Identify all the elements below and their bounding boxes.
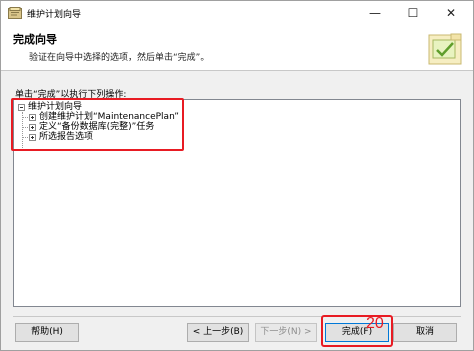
app-icon bbox=[8, 7, 22, 19]
button-separator bbox=[13, 316, 461, 317]
maximize-button[interactable]: ☐ bbox=[395, 1, 431, 26]
close-button[interactable]: ✕ bbox=[433, 1, 469, 26]
step-number-annotation: 20 bbox=[366, 315, 384, 332]
title-bar: 维护计划向导 — ☐ ✕ bbox=[1, 1, 473, 26]
help-button[interactable]: 帮助(H) bbox=[15, 323, 79, 342]
expand-icon[interactable] bbox=[29, 124, 36, 131]
back-button[interactable]: < 上一步(B) bbox=[187, 323, 249, 342]
cancel-button[interactable]: 取消 bbox=[393, 323, 457, 342]
minimize-button[interactable]: — bbox=[357, 1, 393, 26]
wizard-window: 维护计划向导 — ☐ ✕ 完成向导 验证在向导中选择的选项，然后单击“完成”。 … bbox=[0, 0, 474, 351]
minimize-icon: — bbox=[369, 6, 381, 20]
tree-item-report-options[interactable]: 所选报告选项 bbox=[29, 132, 93, 143]
wizard-banner-icon bbox=[428, 33, 462, 65]
tree-item-label: 所选报告选项 bbox=[39, 132, 94, 142]
page-subtitle: 验证在向导中选择的选项，然后单击“完成”。 bbox=[29, 53, 210, 63]
expand-icon[interactable] bbox=[29, 134, 36, 141]
next-button[interactable]: 下一步(N) > bbox=[255, 323, 317, 342]
wizard-header: 完成向导 验证在向导中选择的选项，然后单击“完成”。 bbox=[1, 26, 473, 71]
actions-tree[interactable]: 维护计划向导 创建维护计划“MaintenancePlan” 定义“备份数据库(… bbox=[13, 99, 461, 307]
collapse-icon[interactable] bbox=[18, 104, 25, 111]
window-title: 维护计划向导 bbox=[27, 10, 82, 20]
expand-icon[interactable] bbox=[29, 114, 36, 121]
page-title: 完成向导 bbox=[13, 33, 57, 46]
close-icon: ✕ bbox=[445, 6, 457, 20]
maximize-icon: ☐ bbox=[407, 6, 419, 20]
